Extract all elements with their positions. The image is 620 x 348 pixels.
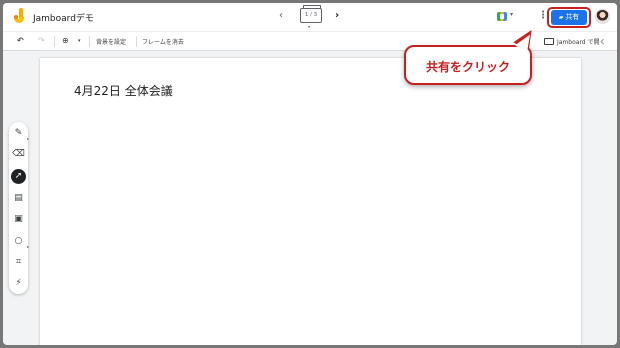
text-box-icon[interactable]: ⌗ (11, 255, 26, 270)
frame-counter[interactable]: 1 / 3 (300, 5, 322, 23)
jamboard-logo-icon (14, 8, 24, 23)
avatar[interactable] (595, 9, 610, 24)
image-icon[interactable]: ▣ (11, 212, 26, 227)
set-background-button[interactable]: 背景を設定 (96, 37, 126, 46)
open-in-jamboard-label: Jamboard で開く (557, 39, 606, 46)
callout-text: 共有をクリック (425, 60, 510, 74)
next-frame-button[interactable]: › (335, 10, 339, 21)
jamboard-device-icon (544, 38, 554, 45)
clear-frame-button[interactable]: フレームを消去 (142, 37, 184, 46)
share-people-icon: ▰ (558, 14, 564, 21)
sticky-note-icon[interactable]: ▤ (11, 191, 26, 206)
meet-camera-icon (497, 12, 507, 21)
zoom-button[interactable]: ⊕ (62, 36, 69, 45)
open-in-jamboard-button[interactable]: Jamboard で開く (544, 37, 606, 46)
whiteboard-canvas[interactable]: 4月22日 全体会議 (40, 58, 581, 345)
toolbar-divider (89, 36, 90, 47)
share-button-label: 共有 (565, 13, 580, 21)
redo-button[interactable]: ↷ (38, 36, 45, 45)
laser-icon[interactable]: ⚡ (11, 276, 26, 291)
toolbar-divider (54, 36, 55, 47)
eraser-icon[interactable]: ⌫ (11, 147, 26, 162)
previous-frame-button[interactable]: ‹ (279, 10, 283, 21)
pen-icon[interactable]: ✎ ▸ (11, 126, 29, 141)
toolbar-divider (136, 36, 137, 47)
app-window: Jamboardデモ ‹ 1 / 3 ▾ › ▾ ⋮ ▰ 共有 ↶ ↷ ⊕ ▾ 背… (3, 3, 617, 345)
circle-icon[interactable]: ○ ▸ (11, 234, 29, 249)
select-icon[interactable]: ➚ (11, 169, 26, 184)
canvas-text-box[interactable]: 4月22日 全体会議 (74, 82, 173, 99)
meet-button[interactable]: ▾ (497, 11, 519, 23)
chevron-down-icon: ▾ (510, 11, 514, 18)
instruction-callout: 共有をクリック (404, 45, 532, 85)
zoom-chevron-icon[interactable]: ▾ (78, 38, 81, 44)
frame-bar-caret-icon: ▾ (308, 24, 311, 29)
tool-palette: ✎ ▸ ⌫ ➚ ▤ ▣ ○ ▸ ⌗ ⚡ (9, 122, 29, 294)
document-title[interactable]: Jamboardデモ (33, 11, 94, 24)
undo-button[interactable]: ↶ (17, 36, 24, 45)
share-button[interactable]: ▰ 共有 (551, 10, 587, 25)
